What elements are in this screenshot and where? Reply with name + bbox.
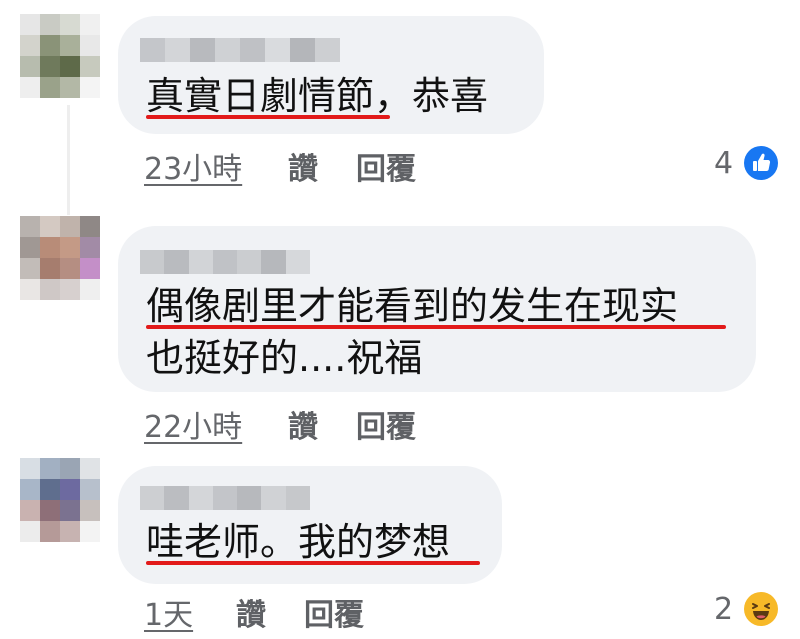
author-name[interactable] (140, 250, 310, 274)
author-name[interactable] (140, 38, 340, 62)
comment-timestamp[interactable]: 23小時 (144, 144, 242, 188)
thumbs-up-icon[interactable] (744, 146, 778, 180)
red-underline (146, 325, 726, 329)
like-button[interactable]: 讚 (236, 590, 266, 634)
thread-line (67, 105, 70, 215)
comment-text: 也挺好的....祝福 (146, 336, 423, 380)
reply-button[interactable]: 回覆 (356, 144, 416, 188)
like-button[interactable]: 讚 (288, 402, 318, 446)
reaction-count[interactable]: 2 (714, 592, 733, 627)
like-button[interactable]: 讚 (288, 144, 318, 188)
comment-timestamp[interactable]: 22小時 (144, 402, 242, 446)
avatar[interactable] (20, 14, 100, 98)
comment-timestamp[interactable]: 1天 (144, 590, 193, 634)
red-underline (146, 561, 480, 565)
reply-button[interactable]: 回覆 (304, 590, 364, 634)
red-underline (146, 115, 390, 119)
reaction-count[interactable]: 4 (714, 146, 733, 181)
haha-emoji-icon[interactable] (744, 592, 778, 626)
avatar[interactable] (20, 216, 100, 300)
reply-button[interactable]: 回覆 (356, 402, 416, 446)
author-name[interactable] (140, 486, 310, 510)
avatar[interactable] (20, 458, 100, 542)
